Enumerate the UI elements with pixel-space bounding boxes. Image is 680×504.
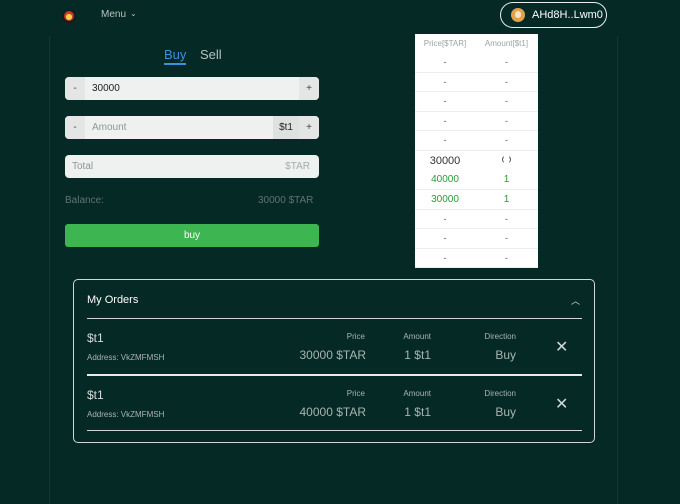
order-row: $t1 Address: VkZMFMSH Price 40000 $TAR A… — [87, 377, 582, 431]
cancel-order-icon[interactable]: ✕ — [555, 397, 568, 413]
order-book: Price[$TAR] Amount[$t1] -- -- -- -- -- 3… — [415, 34, 538, 268]
total-placeholder: Total — [72, 161, 94, 172]
ask-row[interactable]: -- — [415, 92, 538, 112]
price-increment-button[interactable]: + — [299, 77, 319, 100]
amount-unit: $t1 — [273, 116, 299, 139]
my-orders-panel: My Orders ︿ $t1 Address: VkZMFMSH Price … — [73, 279, 595, 443]
ask-price: - — [443, 76, 447, 87]
menu-label: Menu — [101, 9, 127, 20]
balance-label: Balance: — [65, 195, 104, 206]
amount-input[interactable]: Amount — [85, 122, 126, 133]
bid-amount: - — [505, 252, 508, 263]
total-field[interactable]: Total $TAR — [65, 155, 319, 178]
ask-amount: - — [505, 135, 508, 146]
order-direction-label: Direction — [484, 389, 516, 398]
order-price: 30000 $TAR — [299, 348, 367, 362]
chevron-up-icon[interactable]: ︿ — [571, 294, 580, 307]
order-price: 40000 $TAR — [299, 405, 367, 419]
balance-value: 30000 $TAR — [258, 195, 314, 206]
ask-row[interactable]: -- — [415, 73, 538, 92]
panel-border-right — [617, 36, 618, 504]
amount-increment-button[interactable]: + — [299, 116, 319, 139]
order-book-amount-header: Amount[$t1] — [484, 39, 529, 48]
ask-price: - — [443, 57, 447, 68]
bid-amount: - — [505, 213, 508, 224]
bid-row[interactable]: 40000 1 — [415, 171, 538, 190]
avatar — [511, 8, 525, 22]
bid-amount: - — [505, 233, 508, 244]
order-symbol: $t1 — [87, 331, 104, 345]
menu-dropdown[interactable]: Menu ⌄ — [101, 9, 137, 20]
ask-row[interactable]: -- — [415, 131, 538, 151]
divider — [87, 374, 582, 376]
refresh-icon[interactable] — [502, 154, 511, 164]
app-logo[interactable]: ● — [62, 9, 76, 23]
wallet-address: AHd8H..Lwm0 — [532, 9, 603, 21]
bid-price: 40000 — [431, 174, 459, 186]
order-direction: Buy — [495, 348, 516, 362]
order-address: Address: VkZMFMSH — [87, 353, 165, 362]
ask-row[interactable]: -- — [415, 112, 538, 131]
order-direction: Buy — [495, 405, 516, 419]
ask-amount: - — [505, 96, 508, 107]
bid-row[interactable]: -- — [415, 229, 538, 249]
order-row: $t1 Address: VkZMFMSH Price 30000 $TAR A… — [87, 320, 582, 374]
wallet-button[interactable]: AHd8H..Lwm0 — [500, 2, 607, 28]
order-price-label: Price — [346, 332, 365, 341]
ask-row[interactable]: -- — [415, 53, 538, 73]
my-orders-title: My Orders — [87, 294, 139, 306]
order-direction-label: Direction — [484, 332, 516, 341]
ask-price: - — [443, 135, 447, 146]
order-amount: 1 $t1 — [404, 348, 431, 362]
ask-price: - — [443, 96, 447, 107]
bid-price: - — [443, 233, 447, 244]
ask-amount: - — [505, 115, 508, 126]
panel-border-left — [49, 36, 50, 504]
order-book-price-header: Price[$TAR] — [423, 39, 467, 48]
tab-sell[interactable]: Sell — [200, 47, 222, 62]
order-amount-label: Amount — [403, 389, 431, 398]
order-address: Address: VkZMFMSH — [87, 410, 165, 419]
bid-row[interactable]: -- — [415, 210, 538, 229]
order-amount-label: Amount — [403, 332, 431, 341]
order-amount: 1 $t1 — [404, 405, 431, 419]
price-stepper: - 30000 + — [65, 77, 319, 100]
bid-price: - — [443, 213, 447, 224]
mid-price-row: 30000 — [415, 151, 538, 171]
price-input[interactable]: 30000 — [85, 83, 120, 94]
bid-amount: 1 — [503, 193, 510, 205]
bid-price: - — [443, 252, 447, 263]
tab-buy[interactable]: Buy — [164, 47, 187, 65]
amount-stepper: - Amount $t1 + — [65, 116, 319, 139]
divider — [87, 430, 582, 431]
order-symbol: $t1 — [87, 388, 104, 402]
ask-amount: - — [505, 57, 508, 68]
bid-amount: 1 — [503, 174, 510, 186]
ask-amount: - — [505, 76, 508, 87]
total-unit: $TAR — [285, 161, 310, 172]
bid-row[interactable]: 30000 1 — [415, 190, 538, 210]
bid-price: 30000 — [431, 193, 459, 205]
cancel-order-icon[interactable]: ✕ — [555, 340, 568, 356]
order-price-label: Price — [346, 389, 365, 398]
amount-decrement-button[interactable]: - — [65, 116, 85, 139]
bid-row[interactable]: -- — [415, 249, 538, 268]
mid-price: 30000 — [429, 154, 461, 167]
divider — [87, 318, 582, 319]
chevron-down-icon: ⌄ — [130, 9, 137, 18]
ask-price: - — [443, 115, 447, 126]
buy-button[interactable]: buy — [65, 224, 319, 247]
price-decrement-button[interactable]: - — [65, 77, 85, 100]
